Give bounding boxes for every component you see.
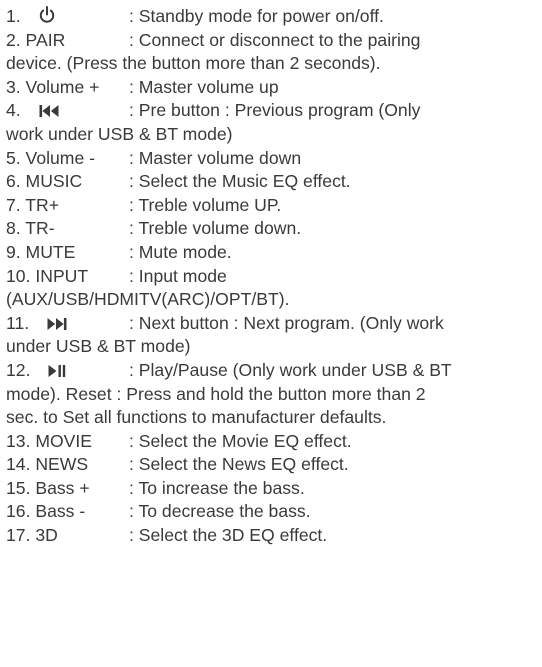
item-label: 6. MUSIC (6, 171, 83, 192)
list-item-play-pause: 12. : Play/Pause (Only work under USB & B… (6, 359, 540, 383)
item-description: : Master volume up (129, 76, 279, 97)
item-label: 2. PAIR (6, 29, 66, 50)
item-description: : To increase the bass. (129, 477, 305, 498)
item-description-continued: (AUX/USB/HDMITV(ARC)/OPT/BT). (6, 289, 290, 310)
item-label: 8. TR- (6, 218, 55, 239)
item-label: 15. Bass + (6, 477, 90, 498)
item-label: 5. Volume - (6, 147, 95, 168)
next-icon (47, 317, 67, 331)
item-description: : Select the News EQ effect. (129, 454, 349, 475)
list-item-treble-up: 7. TR+ : Treble volume UP. (6, 194, 540, 218)
list-item-pair-continued: device. (Press the button more than 2 se… (6, 52, 540, 76)
list-item-input-continued: (AUX/USB/HDMITV(ARC)/OPT/BT). (6, 288, 540, 312)
item-label: 7. TR+ (6, 194, 59, 215)
item-number: 1. (6, 6, 21, 26)
item-description: : To decrease the bass. (129, 501, 311, 522)
list-item-movie: 13. MOVIE : Select the Movie EQ effect. (6, 430, 540, 454)
item-label: 10. INPUT (6, 265, 89, 286)
list-item-treble-down: 8. TR- : Treble volume down. (6, 217, 540, 241)
list-item-play-pause-continued-2: sec. to Set all functions to manufacture… (6, 406, 540, 430)
button-function-list: 1. : Standby mode for power on/off. 2. PA… (6, 5, 540, 548)
item-description-continued: device. (Press the button more than 2 se… (6, 53, 381, 74)
list-item-next: 11. : Next button : Next program. (Only w… (6, 312, 540, 336)
list-item-volume-down: 5. Volume - : Master volume down (6, 147, 540, 171)
list-item-previous: 4. : Pre button : Previous program (Only (6, 99, 540, 123)
item-description: : Pre button : Previous program (Only (129, 100, 421, 121)
list-item-bass-up: 15. Bass + : To increase the bass. (6, 477, 540, 501)
list-item-3d: 17. 3D : Select the 3D EQ effect. (6, 524, 540, 548)
item-description-continued: sec. to Set all functions to manufacture… (6, 407, 387, 428)
item-description: : Select the Music EQ effect. (129, 171, 351, 192)
item-number: 11. (6, 312, 30, 333)
play-pause-icon (48, 364, 66, 378)
item-description: : Select the 3D EQ effect. (129, 525, 328, 546)
power-icon (39, 6, 55, 24)
item-description: : Input mode (129, 265, 227, 286)
list-item-bass-down: 16. Bass - : To decrease the bass. (6, 500, 540, 524)
list-item-volume-up: 3. Volume + : Master volume up (6, 76, 540, 100)
item-description: : Treble volume down. (129, 218, 302, 239)
list-item-mute: 9. MUTE : Mute mode. (6, 241, 540, 265)
item-label: 9. MUTE (6, 241, 76, 262)
list-item-power: 1. : Standby mode for power on/off. (6, 5, 540, 29)
item-description: : Connect or disconnect to the pairing (129, 29, 421, 50)
list-item-pair: 2. PAIR : Connect or disconnect to the pa… (6, 29, 540, 53)
list-item-input: 10. INPUT : Input mode (6, 265, 540, 289)
item-description: : Next button : Next program. (Only work (129, 312, 444, 333)
list-item-next-continued: under USB & BT mode) (6, 335, 540, 359)
list-item-previous-continued: work under USB & BT mode) (6, 123, 540, 147)
item-number: 12. (6, 359, 31, 380)
item-description: : Play/Pause (Only work under USB & BT (129, 359, 452, 380)
item-label: 16. Bass - (6, 501, 86, 522)
item-description-continued: mode). Reset : Press and hold the button… (6, 383, 426, 404)
item-label: 17. 3D (6, 525, 58, 546)
item-description-continued: under USB & BT mode) (6, 336, 191, 357)
item-description: : Mute mode. (129, 241, 232, 262)
item-label: 14. NEWS (6, 454, 89, 475)
item-label: 13. MOVIE (6, 430, 93, 451)
list-item-music: 6. MUSIC : Select the Music EQ effect. (6, 170, 540, 194)
item-description-continued: work under USB & BT mode) (6, 123, 233, 144)
item-description: : Treble volume UP. (129, 194, 282, 215)
previous-icon (39, 104, 59, 118)
item-description: : Standby mode for power on/off. (129, 6, 384, 26)
item-number: 4. (6, 100, 21, 121)
list-item-play-pause-continued: mode). Reset : Press and hold the button… (6, 383, 540, 407)
item-label: 3. Volume + (6, 76, 100, 97)
item-description: : Select the Movie EQ effect. (129, 430, 352, 451)
list-item-news: 14. NEWS : Select the News EQ effect. (6, 453, 540, 477)
item-description: : Master volume down (129, 147, 302, 168)
